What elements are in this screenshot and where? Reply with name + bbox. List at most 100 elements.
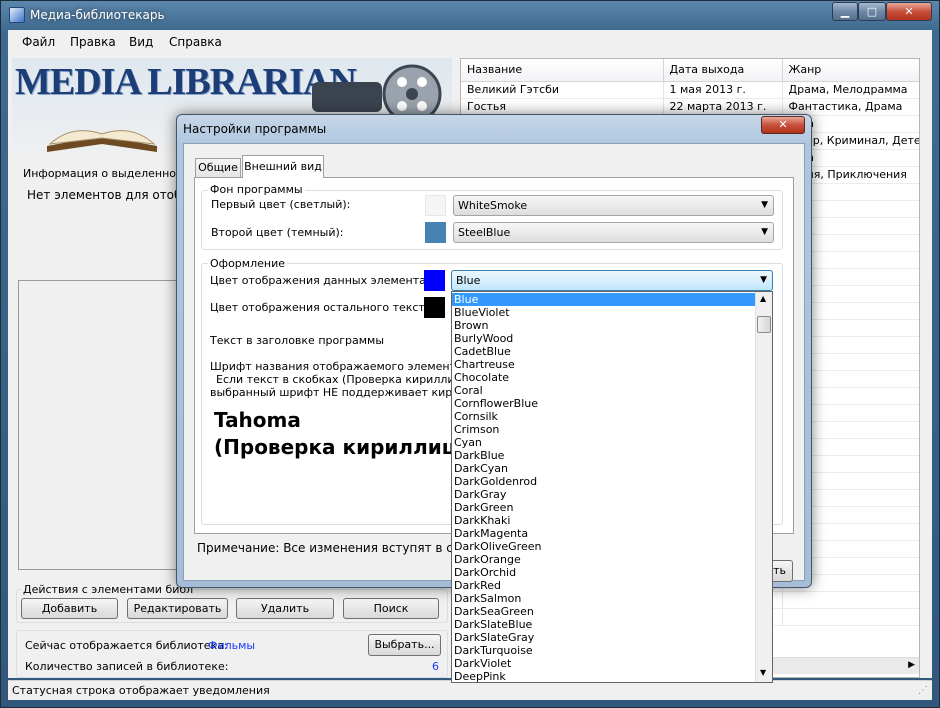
dropdown-option[interactable]: DarkCyan	[452, 462, 755, 475]
info-panel-box	[18, 280, 178, 570]
chevron-down-icon: ▼	[761, 200, 768, 210]
resize-grip-icon[interactable]: ⋰	[918, 685, 928, 696]
item-color-swatch	[424, 270, 445, 291]
table-cell: Гостья	[461, 98, 664, 116]
dropdown-option[interactable]: DarkSlateGray	[452, 631, 755, 644]
maximize-button[interactable]: □	[858, 2, 886, 21]
dropdown-option[interactable]: CadetBlue	[452, 345, 755, 358]
header-text-label: Текст в заголовке программы	[210, 334, 385, 347]
current-library-label: Сейчас отображается библиотека:	[25, 639, 228, 652]
dropdown-option[interactable]: Cyan	[452, 436, 755, 449]
dropdown-option[interactable]: Brown	[452, 319, 755, 332]
column-header-date[interactable]: Дата выхода	[663, 59, 783, 82]
second-color-select[interactable]: SteelBlue ▼	[453, 222, 774, 243]
menu-edit[interactable]: Правка	[70, 35, 116, 49]
table-cell: 22 марта 2013 г.	[663, 98, 783, 116]
menu-help[interactable]: Справка	[169, 35, 222, 49]
second-color-swatch	[425, 222, 446, 243]
dialog-title: Настройки программы	[183, 122, 327, 136]
dropdown-option[interactable]: DarkViolet	[452, 657, 755, 670]
tab-general[interactable]: Общие	[195, 158, 241, 177]
design-legend: Оформление	[208, 257, 287, 270]
first-color-label: Первый цвет (светлый):	[211, 198, 351, 211]
dropdown-option[interactable]: Cornsilk	[452, 410, 755, 423]
chevron-down-icon: ▼	[761, 227, 768, 237]
dropdown-option[interactable]: CornflowerBlue	[452, 397, 755, 410]
minimize-button[interactable]: ▁	[832, 2, 858, 21]
dropdown-option[interactable]: DarkSalmon	[452, 592, 755, 605]
item-color-select[interactable]: Blue ▼	[451, 270, 773, 291]
close-button[interactable]: ✕	[886, 2, 932, 21]
status-bar: Статусная строка отображает уведомления …	[8, 680, 932, 700]
record-count-label: Количество записей в библиотеке:	[25, 660, 229, 673]
chevron-down-icon: ▼	[760, 275, 767, 285]
other-color-swatch	[424, 297, 445, 318]
delete-button[interactable]: Удалить	[236, 598, 334, 619]
font-label: Шрифт названия отображаемого элемента:	[210, 360, 467, 373]
tab-appearance[interactable]: Внешний вид	[242, 155, 324, 178]
dialog-close-button[interactable]: ✕	[761, 116, 805, 134]
logo-text: MEDIA LIBRARIAN	[15, 61, 357, 103]
dropdown-option[interactable]: DarkGray	[452, 488, 755, 501]
dropdown-option[interactable]: DarkBlue	[452, 449, 755, 462]
choose-library-button[interactable]: Выбрать...	[368, 634, 441, 656]
dropdown-option[interactable]: DarkMagenta	[452, 527, 755, 540]
menu-file[interactable]: Файл	[22, 35, 55, 49]
color-dropdown-list[interactable]: Blue BlueViolet Brown BurlyWood CadetBlue Cha…	[451, 291, 773, 683]
record-count-value: 6	[432, 660, 439, 673]
dropdown-option[interactable]: DarkGoldenrod	[452, 475, 755, 488]
dropdown-option[interactable]: Chocolate	[452, 371, 755, 384]
font-note-line1: Если текст в скобках (Проверка кириллицы…	[216, 373, 486, 386]
dropdown-option[interactable]: BurlyWood	[452, 332, 755, 345]
table-cell: Драма, Мелодрамма	[782, 81, 919, 99]
scroll-right-icon[interactable]: ▶	[908, 660, 915, 670]
info-panel-empty-text: Нет элементов для отобр	[27, 188, 190, 202]
first-color-swatch	[425, 195, 446, 216]
table-cell: Фантастика, Драма	[782, 98, 919, 116]
search-button[interactable]: Поиск	[343, 598, 439, 619]
first-color-select[interactable]: WhiteSmoke ▼	[453, 195, 774, 216]
item-color-label: Цвет отображения данных элемента:	[210, 274, 430, 287]
menu-bar: Файл Правка Вид Справка	[8, 30, 932, 54]
edit-button[interactable]: Редактировать	[127, 598, 228, 619]
app-icon	[9, 7, 25, 23]
dropdown-option[interactable]: Coral	[452, 384, 755, 397]
column-header-genre[interactable]: Жанр	[782, 59, 919, 82]
info-panel-label: Информация о выделенном за	[23, 167, 201, 180]
table-cell: 1 мая 2013 г.	[663, 81, 783, 99]
other-color-label: Цвет отображения остального текста:	[210, 301, 436, 314]
font-preview-line2: (Проверка кириллиц	[214, 435, 457, 459]
dropdown-option[interactable]: Blue	[452, 293, 755, 306]
scroll-up-icon[interactable]: ▲	[760, 294, 766, 303]
dropdown-option[interactable]: DarkSlateBlue	[452, 618, 755, 631]
dropdown-option[interactable]: DarkGreen	[452, 501, 755, 514]
dropdown-option[interactable]: DarkRed	[452, 579, 755, 592]
dropdown-option[interactable]: Crimson	[452, 423, 755, 436]
dropdown-option[interactable]: DarkOrange	[452, 553, 755, 566]
scroll-down-icon[interactable]: ▼	[760, 668, 766, 677]
book-icon	[42, 116, 162, 156]
dropdown-option[interactable]: DarkSeaGreen	[452, 605, 755, 618]
dropdown-option[interactable]: DarkTurquoise	[452, 644, 755, 657]
dropdown-option[interactable]: DarkOrchid	[452, 566, 755, 579]
scroll-thumb[interactable]	[757, 316, 771, 333]
dialog-note: Примечание: Все изменения вступят в сил	[197, 541, 469, 555]
current-library-value: Фильмы	[208, 639, 256, 652]
status-text: Статусная строка отображает уведомления	[12, 684, 270, 697]
dropdown-option[interactable]: DarkOliveGreen	[452, 540, 755, 553]
dropdown-option[interactable]: DeepPink	[452, 670, 755, 682]
add-button[interactable]: Добавить	[21, 598, 118, 619]
font-preview-line1: Tahoma	[214, 408, 301, 432]
menu-view[interactable]: Вид	[129, 35, 153, 49]
second-color-label: Второй цвет (темный):	[211, 226, 344, 239]
background-legend: Фон программы	[208, 183, 305, 196]
window-title: Медиа-библиотекарь	[30, 8, 165, 22]
column-header-title[interactable]: Название	[461, 59, 664, 82]
dropdown-option[interactable]: BlueViolet	[452, 306, 755, 319]
table-row[interactable]: Великий Гэтсби 1 мая 2013 г. Драма, Мелодр…	[461, 81, 919, 99]
actions-legend: Действия с элементами библ	[21, 583, 196, 596]
dropdown-option[interactable]: DarkKhaki	[452, 514, 755, 527]
dropdown-scrollbar[interactable]: ▲ ▼	[755, 292, 772, 682]
table-row[interactable]: Гостья 22 марта 2013 г. Фантастика, Драма	[461, 98, 919, 116]
dropdown-option[interactable]: Chartreuse	[452, 358, 755, 371]
